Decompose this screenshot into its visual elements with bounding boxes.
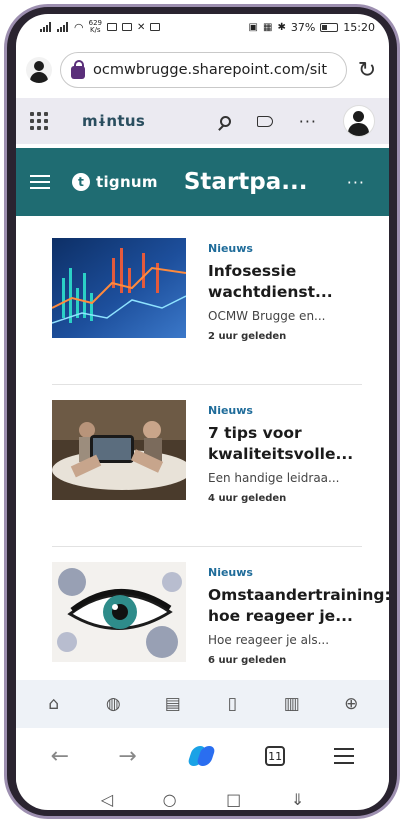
news-category: Nieuws — [208, 566, 253, 579]
wifi-icon: ◠ — [74, 20, 84, 34]
signal-icon-2 — [57, 22, 69, 32]
news-thumbnail-eye[interactable] — [52, 562, 186, 662]
edge-shortcuts-bar: ⌂ ◍ ▤ ▯ ▥ ⊕ — [16, 680, 389, 728]
search-icon[interactable] — [219, 115, 231, 127]
news-timestamp: 2 uur geleden — [208, 331, 287, 342]
site-more-icon[interactable]: ··· — [347, 173, 365, 192]
news-category: Nieuws — [208, 242, 253, 255]
tabs-button[interactable]: 11 — [265, 746, 286, 766]
phone-screen: ◠ 629 K/s ✕ ▣ ▦ ✱ 37% 15:20 ocmwbrugge.sh… — [16, 14, 389, 810]
battery-percent: 37% — [290, 20, 316, 34]
mute-icon: ▦ — [263, 21, 273, 33]
add-icon[interactable]: ⊕ — [339, 694, 363, 714]
battery-icon — [320, 22, 339, 32]
bluetooth-icon: ✱ — [277, 21, 286, 33]
user-avatar-icon[interactable] — [343, 105, 375, 137]
collections-icon[interactable]: ▥ — [280, 694, 304, 714]
reload-icon[interactable]: ↻ — [355, 58, 379, 83]
browser-address-bar: ocmwbrugge.sharepoint.com/sit ↻ — [16, 44, 389, 96]
home-circle-icon[interactable]: ○ — [163, 790, 177, 809]
news-card[interactable]: Nieuws 7 tips voor kwaliteitsvolle... Ee… — [52, 388, 362, 528]
tignum-logo-text[interactable]: tignum — [96, 173, 158, 191]
tignum-logo-icon[interactable]: t — [72, 173, 90, 191]
more-icon[interactable]: ··· — [299, 112, 317, 131]
news-title[interactable]: 7 tips voor kwaliteitsvolle... — [208, 423, 353, 465]
news-title[interactable]: Infosessie wachtdienst... — [208, 261, 353, 303]
copilot-icon[interactable] — [186, 744, 217, 768]
missed-call-icon: ✕ — [136, 21, 146, 33]
network-speed: 629 K/s — [88, 19, 102, 34]
clock: 15:20 — [343, 20, 375, 34]
nfc-icon: ▣ — [248, 21, 258, 33]
globe-icon[interactable]: ◍ — [101, 694, 125, 714]
hamburger-menu-icon[interactable] — [30, 175, 50, 189]
home-icon[interactable]: ⌂ — [42, 694, 66, 714]
divider — [52, 546, 362, 547]
app-launcher-icon[interactable] — [30, 112, 48, 130]
news-description: Hoe reageer je als... — [208, 633, 330, 647]
site-info-icon[interactable] — [71, 59, 85, 79]
site-header: t tignum Startpa... ··· — [16, 148, 389, 216]
megaphone-icon[interactable] — [256, 115, 273, 127]
news-timestamp: 4 uur geleden — [208, 493, 287, 504]
news-category: Nieuws — [208, 404, 253, 417]
news-icon[interactable]: ▤ — [161, 694, 185, 714]
news-card[interactable]: Nieuws Infosessie wachtdienst... OCMW Br… — [52, 226, 362, 366]
sharepoint-suite-bar: mɨntus ··· — [16, 98, 389, 144]
back-arrow-icon[interactable]: ← — [51, 744, 69, 769]
signal-icon — [40, 22, 52, 32]
recents-square-icon[interactable]: □ — [226, 790, 241, 809]
news-title[interactable]: Omstaandertraining: hoe reageer je... — [208, 585, 389, 627]
menu-icon[interactable] — [334, 748, 355, 764]
mail-icon-3 — [150, 23, 161, 31]
edge-navigation-bar: ← → 11 — [16, 728, 389, 784]
url-text: ocmwbrugge.sharepoint.com/sit — [93, 62, 328, 78]
news-card[interactable]: Nieuws Omstaandertraining: hoe reageer j… — [52, 550, 389, 686]
news-thumbnail-stock-chart[interactable] — [52, 238, 186, 338]
back-triangle-icon[interactable]: ◁ — [101, 790, 113, 809]
android-nav-bar: ◁ ○ □ ⇓ — [16, 784, 389, 810]
news-feed: Nieuws Infosessie wachtdienst... OCMW Br… — [16, 216, 389, 686]
notification-pull-icon[interactable]: ⇓ — [291, 790, 304, 809]
status-bar: ◠ 629 K/s ✕ ▣ ▦ ✱ 37% 15:20 — [16, 14, 389, 40]
forward-arrow-icon[interactable]: → — [118, 744, 136, 769]
organization-logo[interactable]: mɨntus — [82, 112, 145, 130]
divider — [52, 384, 362, 385]
mail-icon — [106, 23, 117, 31]
document-icon[interactable]: ▯ — [220, 694, 244, 714]
page-title: Startpa... — [183, 169, 308, 195]
news-description: OCMW Brugge en... — [208, 309, 326, 323]
news-thumbnail-photo[interactable] — [52, 400, 186, 500]
mail-icon-2 — [121, 23, 132, 31]
profile-avatar-icon[interactable] — [26, 57, 52, 83]
news-timestamp: 6 uur geleden — [208, 655, 287, 666]
news-description: Een handige leidraa... — [208, 471, 340, 485]
url-field[interactable]: ocmwbrugge.sharepoint.com/sit — [60, 52, 347, 88]
